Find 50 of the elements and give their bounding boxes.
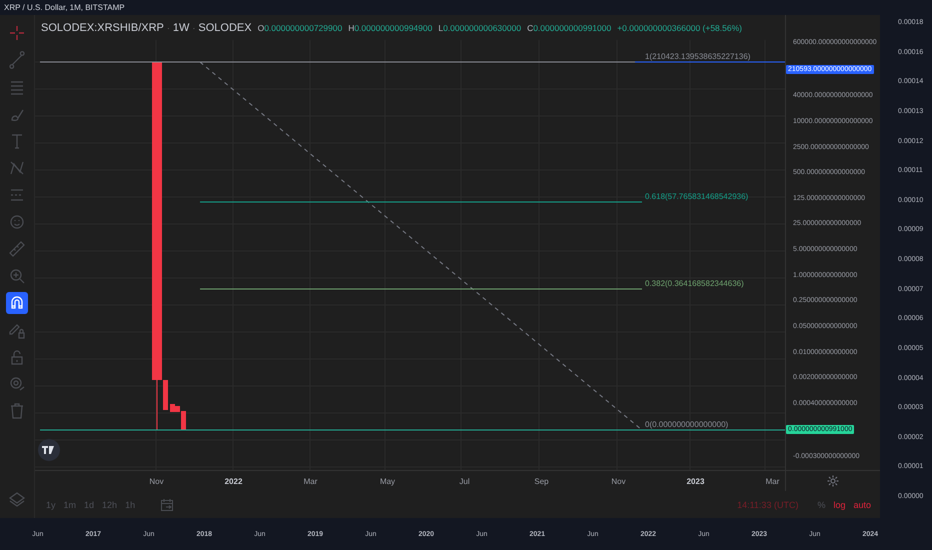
range-button[interactable]: 1h <box>122 498 138 512</box>
ohlc-value: 0.000000000729900 <box>264 22 342 32</box>
separator-dot: · <box>192 22 196 32</box>
time-tick: Nov <box>610 476 627 486</box>
trash-icon <box>8 402 26 420</box>
time-tick: 2023 <box>686 476 706 486</box>
time-tick: Sep <box>533 476 550 486</box>
eye-icon <box>8 375 26 393</box>
scale-toggle[interactable]: % <box>814 498 828 512</box>
interval-label: 1W <box>172 22 190 34</box>
change-value: +0.000000000366000 (+58.56%) <box>617 22 742 32</box>
separator-dot: · <box>166 22 170 32</box>
zoom-in-icon <box>8 267 26 285</box>
time-tick: Mar <box>302 476 318 486</box>
time-tick: Jul <box>458 476 471 486</box>
ohlc-letter: H <box>348 22 354 32</box>
ohlc-value: 0.000000000630000 <box>443 22 522 32</box>
crosshair-icon <box>8 24 26 42</box>
smiley-icon <box>8 213 26 231</box>
logo-icon <box>38 439 60 461</box>
fib-level-label: 0(0.000000000000000) <box>645 420 728 429</box>
time-tick: May <box>378 476 396 486</box>
range-button[interactable]: 1d <box>81 498 98 512</box>
settings-icon[interactable] <box>827 475 839 487</box>
ruler-icon <box>8 240 26 258</box>
fib-level-label: 0.382(0.364168582344636) <box>645 279 744 288</box>
time-tick: Nov <box>148 476 165 486</box>
chart-title: XRP / U.S. Dollar, 1M, BITSTAMP <box>3 2 126 14</box>
layers-icon <box>8 491 26 509</box>
range-button[interactable]: 1m <box>60 498 80 512</box>
ohlc-value: 0.000000000991000 <box>533 22 612 32</box>
range-button[interactable]: 12h <box>99 498 120 512</box>
zigzag-icon <box>8 159 26 177</box>
scale-toggle[interactable]: auto <box>850 498 874 512</box>
fib-level-label: 0.618(57.765831468542936) <box>645 192 748 201</box>
symbol-name: SOLODEX:XRSHIB/XRP <box>41 22 164 34</box>
calendar-icon[interactable] <box>160 498 174 512</box>
fib-level-label: 1(210423.139538635227136) <box>645 52 750 61</box>
range-button[interactable]: 1y <box>43 498 59 512</box>
clock-time: 14:11:33 (UTC) <box>737 500 798 510</box>
ohlc-letter: O <box>258 22 264 32</box>
time-tick: 2022 <box>224 476 244 486</box>
exchange-label: SOLODEX <box>198 22 252 34</box>
scale-toggle[interactable]: log <box>830 498 848 512</box>
ohlc-letter: L <box>438 22 444 32</box>
time-tick: Mar <box>764 476 780 486</box>
ohlc-value: 0.000000000994900 <box>354 22 432 32</box>
line-icon <box>8 51 26 69</box>
ohlc-letter: C <box>527 22 534 32</box>
toolbar-button[interactable] <box>6 292 28 314</box>
